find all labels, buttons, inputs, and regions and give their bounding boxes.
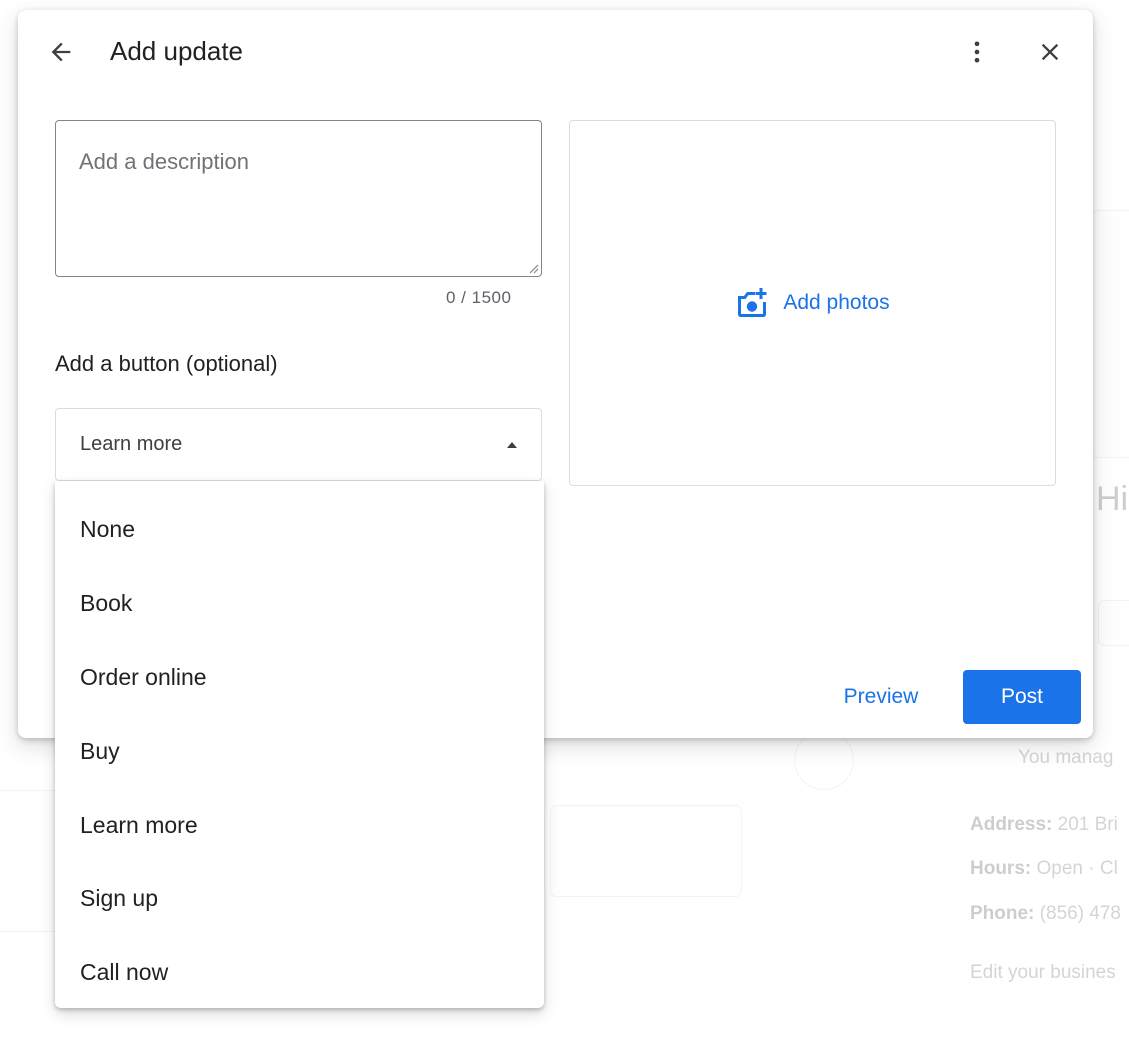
character-counter: 0 / 1500: [446, 288, 512, 307]
more-options-button[interactable]: [955, 30, 999, 74]
arrow-up-icon: [507, 441, 517, 448]
button-type-menu: None Book Order online Buy Learn more Si…: [55, 481, 544, 1008]
menu-option-call-now[interactable]: Call now: [55, 936, 544, 1010]
menu-option-none[interactable]: None: [55, 493, 544, 567]
button-section-label: Add a button (optional): [55, 351, 278, 376]
background-phone: Phone: (856) 478: [970, 903, 1122, 924]
background-action-tile: [1098, 600, 1129, 646]
background-left-card: [0, 790, 62, 932]
background-business-name: Hi: [1096, 480, 1129, 518]
background-address: Address: 201 Bri: [970, 814, 1118, 835]
add-photos-label: Add photos: [783, 291, 890, 314]
post-button[interactable]: Post: [963, 670, 1081, 724]
background-hours: Hours: Open · Cl: [970, 858, 1118, 879]
background-managed-note: You manag: [1018, 747, 1114, 768]
menu-option-learn-more[interactable]: Learn more: [55, 788, 544, 862]
menu-option-order-online[interactable]: Order online: [55, 641, 544, 715]
background-business-photo: [1092, 210, 1129, 458]
background-product-card: [550, 805, 742, 897]
close-button[interactable]: [1028, 30, 1072, 74]
more-vert-icon: [974, 41, 980, 63]
selected-button-type: Learn more: [80, 433, 183, 455]
back-button[interactable]: [39, 30, 83, 74]
description-input[interactable]: [56, 121, 541, 276]
add-photo-camera-icon: [738, 288, 767, 317]
dialog-title: Add update: [110, 36, 244, 66]
menu-option-buy[interactable]: Buy: [55, 714, 544, 788]
menu-option-book[interactable]: Book: [55, 567, 544, 641]
menu-option-sign-up[interactable]: Sign up: [55, 862, 544, 936]
preview-button[interactable]: Preview: [826, 670, 936, 724]
description-field[interactable]: [55, 120, 542, 277]
button-type-select[interactable]: Learn more: [55, 408, 542, 481]
add-photos-area[interactable]: Add photos: [569, 120, 1056, 486]
resize-handle-icon[interactable]: [527, 262, 539, 274]
background-next-arrow: [794, 730, 854, 790]
close-icon: [1041, 43, 1059, 61]
arrow-back-icon: [51, 42, 71, 62]
background-edit-profile: Edit your busines: [970, 962, 1116, 983]
